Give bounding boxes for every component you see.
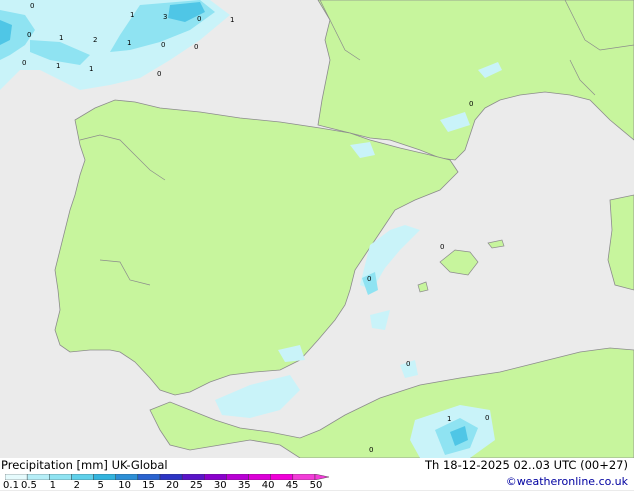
cell-label: 0 [485,414,489,422]
cell-label: 0 [469,100,473,108]
legend-panel: Precipitation [mm] UK-Global Th 18-12-20… [0,458,634,491]
cell-label: 2 [93,36,97,44]
cell-label: 3 [163,13,167,21]
cell-label: 1 [59,34,63,42]
cell-label: 0 [161,41,165,49]
map-title: Precipitation [mm] UK-Global [1,458,168,472]
cell-label: 0 [27,31,31,39]
cell-label: 1 [130,11,134,19]
cell-label: 1 [230,16,234,24]
cell-label: 0 [197,15,201,23]
cell-label: 0 [194,43,198,51]
credit-link[interactable]: ©weatheronline.co.uk [506,475,628,488]
cell-label: 0 [406,360,410,368]
cell-label: 1 [127,39,131,47]
cell-label: 0 [30,2,34,10]
cell-label: 1 [56,62,60,70]
cell-label: 1 [89,65,93,73]
forecast-time: Th 18-12-2025 02..03 UTC (00+27) [424,458,628,472]
cell-label: 0 [157,70,161,78]
precipitation-map: 0 1 3 0 1 0 1 2 1 0 0 0 1 1 0 0 0 0 0 1 … [0,0,634,458]
cell-label: 0 [367,275,371,283]
cell-label: 1 [447,415,451,423]
cell-label: 0 [22,59,26,67]
cell-label: 0 [440,243,444,251]
cell-label: 0 [369,446,373,454]
